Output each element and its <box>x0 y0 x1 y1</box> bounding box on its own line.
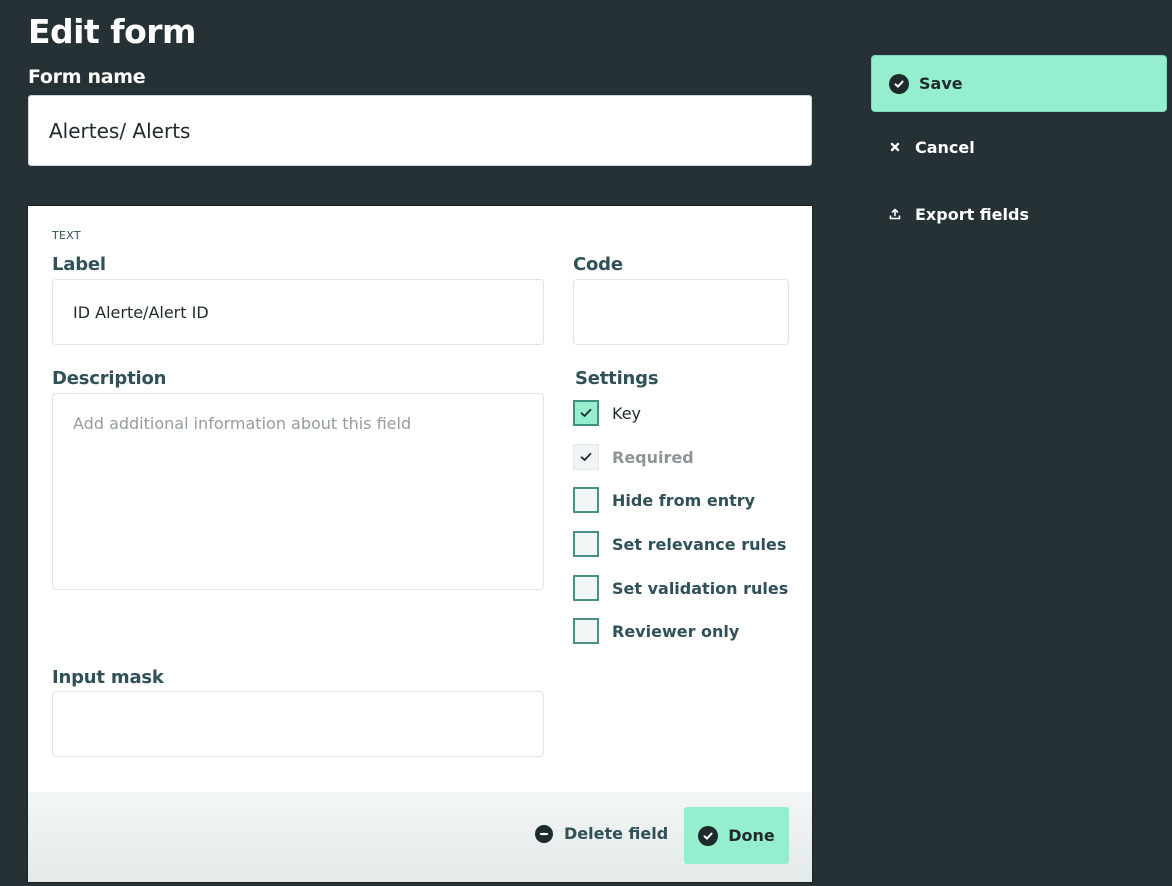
checkmark-icon <box>580 452 592 461</box>
setting-required: Required <box>573 444 694 470</box>
setting-label: Key <box>612 403 642 423</box>
setting-label: Reviewer only <box>612 621 740 641</box>
upload-icon <box>889 205 901 224</box>
export-fields-label: Export fields <box>915 205 1029 224</box>
check-circle-icon <box>889 73 909 94</box>
field-editor-card: TEXT Label Code Description Input mask S… <box>27 205 813 883</box>
relevance-rules-checkbox[interactable] <box>573 531 599 557</box>
delete-field-button[interactable]: Delete field <box>535 824 668 843</box>
setting-relevance-rules[interactable]: Set relevance rules <box>573 531 786 557</box>
page-title: Edit form <box>28 12 196 51</box>
setting-hide-from-entry[interactable]: Hide from entry <box>573 487 755 513</box>
code-field-label: Code <box>573 254 623 275</box>
done-label: Done <box>728 826 775 845</box>
code-input[interactable] <box>573 279 789 345</box>
setting-reviewer-only[interactable]: Reviewer only <box>573 618 739 644</box>
input-mask-field-label: Input mask <box>52 667 164 688</box>
settings-heading: Settings <box>575 368 659 389</box>
form-name-label: Form name <box>28 66 146 88</box>
check-circle-icon <box>698 825 719 846</box>
minus-circle-icon <box>535 824 553 843</box>
setting-label: Set relevance rules <box>612 534 787 554</box>
reviewer-only-checkbox[interactable] <box>573 618 599 644</box>
field-card-footer: Delete field Done <box>28 792 812 882</box>
setting-validation-rules[interactable]: Set validation rules <box>573 575 788 601</box>
setting-label: Set validation rules <box>612 578 789 598</box>
input-mask-input[interactable] <box>52 691 544 757</box>
cancel-label: Cancel <box>915 138 975 157</box>
required-checkbox <box>573 444 599 470</box>
label-field-label: Label <box>52 254 106 275</box>
save-button[interactable]: Save <box>871 55 1167 112</box>
edit-form-page: Edit form Form name Save Cancel Export f… <box>0 0 1172 886</box>
delete-field-label: Delete field <box>564 824 669 843</box>
setting-label: Required <box>612 447 694 467</box>
label-input[interactable] <box>52 279 544 345</box>
description-field-label: Description <box>52 368 167 389</box>
hide-from-entry-checkbox[interactable] <box>573 487 599 513</box>
description-input[interactable] <box>52 393 544 590</box>
cancel-button[interactable]: Cancel <box>889 138 975 157</box>
save-label: Save <box>919 74 963 93</box>
export-fields-button[interactable]: Export fields <box>889 205 1029 224</box>
close-icon <box>889 138 901 157</box>
done-button[interactable]: Done <box>684 807 789 864</box>
field-type-label: TEXT <box>52 229 81 242</box>
setting-key[interactable]: Key <box>573 400 641 426</box>
setting-label: Hide from entry <box>612 490 756 510</box>
key-checkbox[interactable] <box>573 400 599 426</box>
validation-rules-checkbox[interactable] <box>573 575 599 601</box>
checkmark-icon <box>580 408 592 417</box>
form-name-input[interactable] <box>28 95 812 166</box>
